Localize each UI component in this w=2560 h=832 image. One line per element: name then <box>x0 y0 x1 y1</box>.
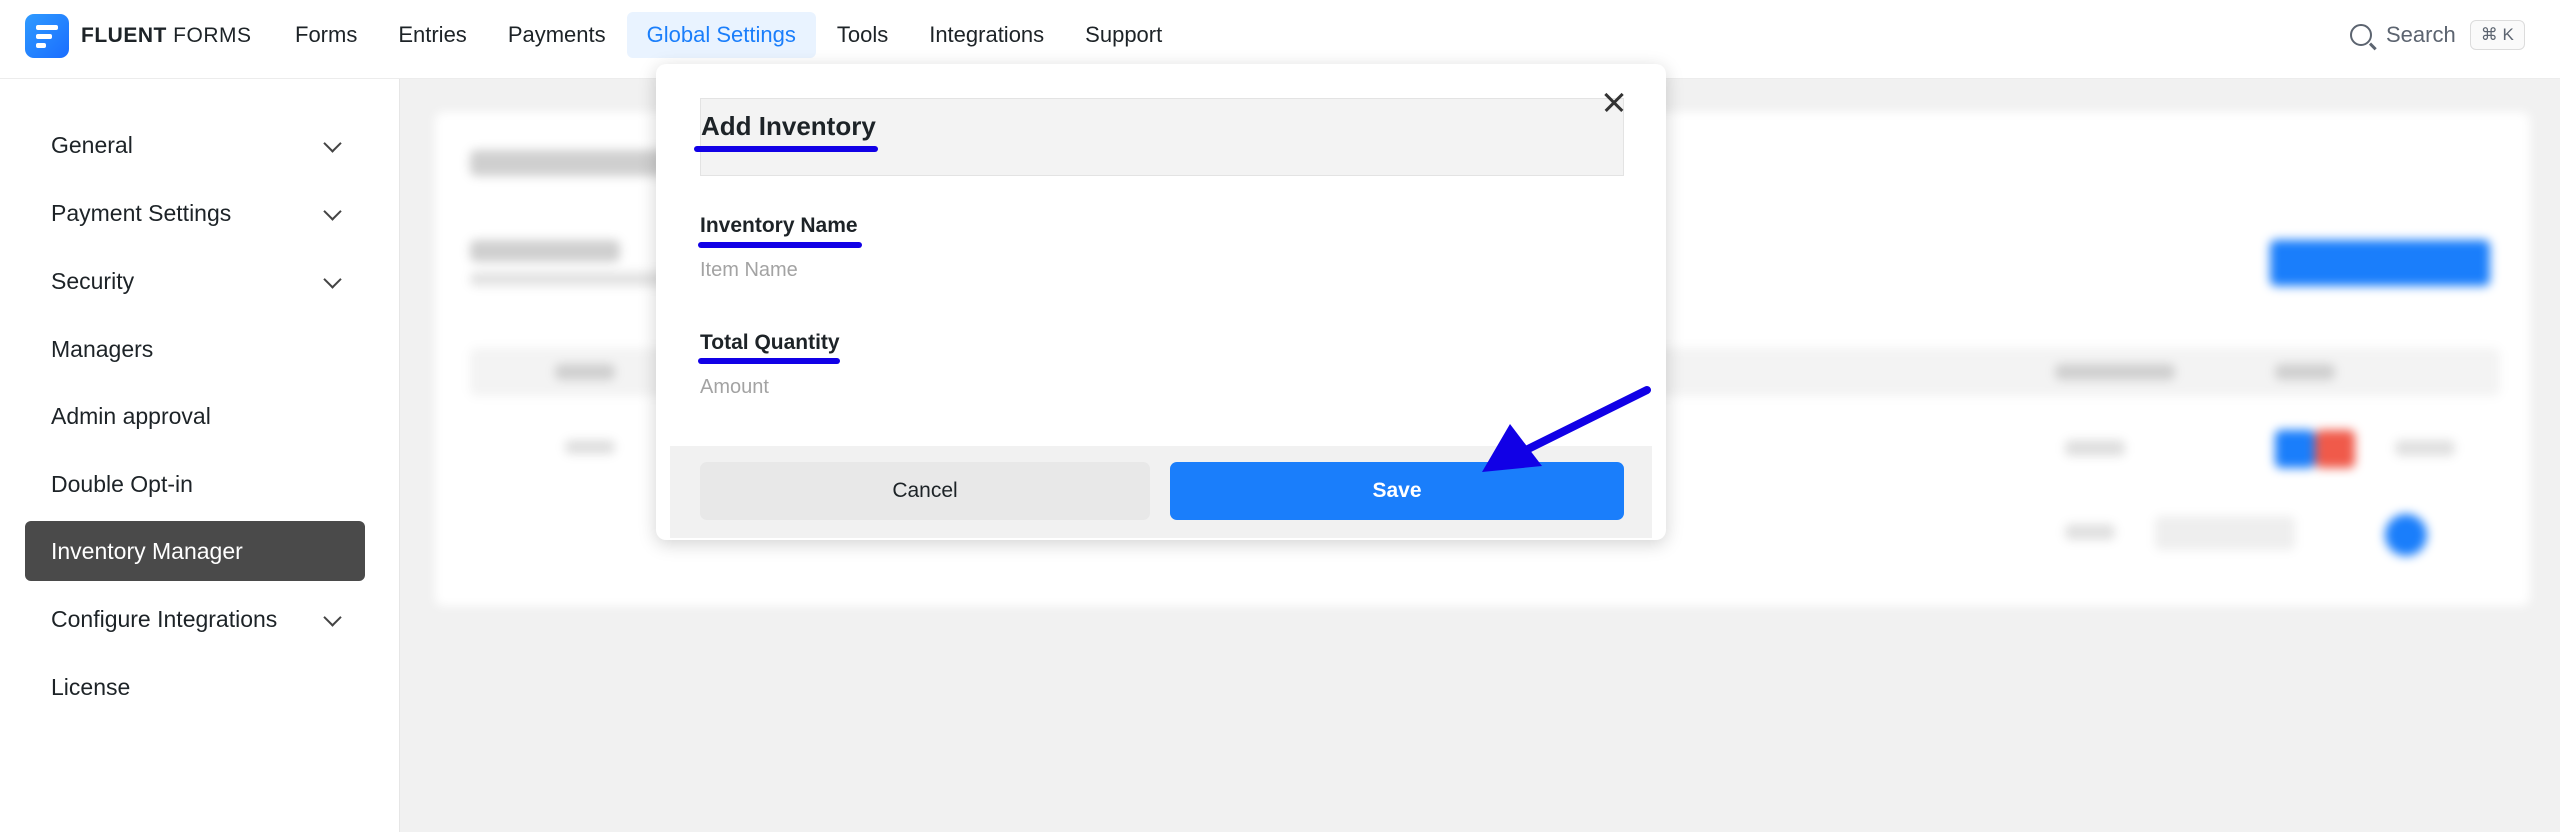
nav-payments[interactable]: Payments <box>488 12 626 58</box>
sidebar-item-general[interactable]: General <box>25 115 365 175</box>
sidebar-item-label: Double Opt-in <box>51 470 193 497</box>
chevron-down-icon <box>323 202 342 221</box>
cancel-button[interactable]: Cancel <box>700 462 1150 520</box>
nav-entries[interactable]: Entries <box>378 12 486 58</box>
main-nav: Forms Entries Payments Global Settings T… <box>275 12 1183 58</box>
annotation-underline-quantity <box>698 358 840 364</box>
nav-integrations[interactable]: Integrations <box>909 12 1064 58</box>
sidebar-item-label: Security <box>51 267 135 294</box>
sidebar-item-label: Payment Settings <box>51 199 232 226</box>
sidebar-item-label: License <box>51 673 131 700</box>
sidebar-item-managers[interactable]: Managers <box>25 319 365 379</box>
nav-support[interactable]: Support <box>1065 12 1182 58</box>
close-icon[interactable] <box>1596 84 1632 120</box>
modal-title: Add Inventory <box>701 111 876 141</box>
nav-global-settings[interactable]: Global Settings <box>626 12 816 58</box>
sidebar-item-label: General <box>51 131 133 158</box>
sidebar-item-admin-approval[interactable]: Admin approval <box>25 386 365 446</box>
annotation-arrow-icon <box>1482 386 1651 472</box>
brand-logo[interactable]: FLUENT FORMS <box>25 14 252 58</box>
sidebar-item-configure-integrations[interactable]: Configure Integrations <box>25 589 365 649</box>
sidebar-item-label: Configure Integrations <box>51 605 278 632</box>
sidebar-item-inventory-manager[interactable]: Inventory Manager <box>25 521 365 581</box>
chevron-down-icon <box>323 134 342 153</box>
total-quantity-label: Total Quantity <box>700 331 840 354</box>
brand-name: FLUENT FORMS <box>81 24 252 47</box>
nav-forms[interactable]: Forms <box>275 12 377 58</box>
search-shortcut-badge: ⌘ K <box>2469 20 2525 50</box>
sidebar-item-label: Admin approval <box>51 402 211 429</box>
modal-header: Add Inventory <box>700 98 1624 176</box>
inventory-name-input[interactable] <box>700 254 1620 286</box>
chevron-down-icon <box>323 270 342 289</box>
annotation-underline-name <box>698 242 862 248</box>
sidebar-item-payment-settings[interactable]: Payment Settings <box>25 183 365 243</box>
search-label: Search <box>2386 22 2456 47</box>
settings-sidebar: General Payment Settings Security Manage… <box>0 79 400 832</box>
nav-tools[interactable]: Tools <box>817 12 908 58</box>
sidebar-item-double-opt-in[interactable]: Double Opt-in <box>25 454 365 514</box>
sidebar-item-label: Inventory Manager <box>51 537 243 564</box>
chevron-down-icon <box>323 608 342 627</box>
inventory-name-label: Inventory Name <box>700 214 858 237</box>
sidebar-item-label: Managers <box>51 335 154 362</box>
sidebar-item-license[interactable]: License <box>25 657 365 717</box>
fluent-forms-logo-icon <box>25 14 69 58</box>
annotation-underline-title <box>694 146 878 152</box>
search-icon <box>2350 24 2372 46</box>
search-button[interactable]: Search ⌘ K <box>2350 20 2525 50</box>
sidebar-item-security[interactable]: Security <box>25 251 365 311</box>
